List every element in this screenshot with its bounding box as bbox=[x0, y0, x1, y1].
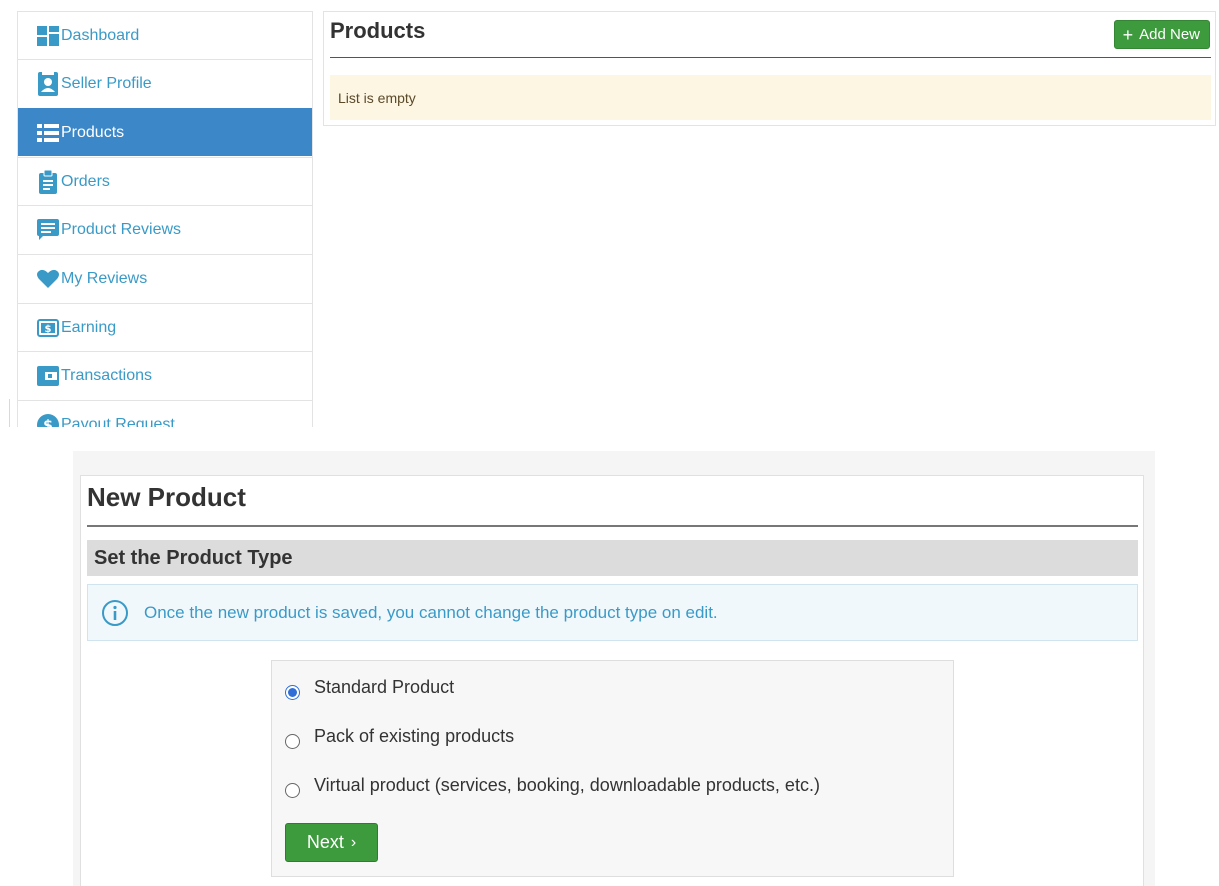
comment-icon bbox=[37, 218, 59, 241]
info-text: Once the new product is saved, you canno… bbox=[144, 602, 718, 622]
sidebar-item-products[interactable]: Products bbox=[18, 108, 312, 156]
profile-card-icon bbox=[37, 71, 59, 96]
sidebar-item-dashboard[interactable]: Dashboard bbox=[18, 11, 312, 59]
option-label: Virtual product (services, booking, down… bbox=[314, 775, 820, 795]
new-product-card: New Product Set the Product Type Once th… bbox=[80, 475, 1144, 886]
plus-icon: + bbox=[1122, 24, 1134, 45]
next-label: Next bbox=[306, 832, 344, 852]
info-alert: Once the new product is saved, you canno… bbox=[87, 584, 1138, 641]
product-type-options: Standard Product Pack of existing produc… bbox=[271, 660, 954, 877]
info-icon bbox=[101, 599, 129, 627]
sidebar-item-label: Earning bbox=[61, 318, 117, 336]
sidebar-item-label: Payout Request bbox=[61, 415, 175, 428]
wallet-icon bbox=[37, 365, 59, 387]
page-title: Products bbox=[330, 18, 426, 43]
option-label: Standard Product bbox=[314, 677, 455, 697]
sidebar-item-orders[interactable]: Orders bbox=[18, 157, 312, 205]
svg-text:$: $ bbox=[45, 324, 52, 335]
sidebar-item-label: Dashboard bbox=[61, 26, 140, 44]
heart-icon bbox=[37, 268, 59, 290]
title-divider bbox=[330, 57, 1211, 58]
radio-button[interactable] bbox=[285, 734, 300, 749]
sidebar-item-label: Products bbox=[61, 123, 125, 141]
sidebar-item-label: Transactions bbox=[61, 366, 152, 384]
list-icon bbox=[37, 122, 59, 144]
empty-list-alert: List is empty bbox=[330, 75, 1211, 120]
products-panel: Products + Add New List is empty bbox=[323, 11, 1216, 126]
chevron-right-icon: › bbox=[350, 833, 357, 851]
add-new-label: Add New bbox=[1139, 26, 1200, 43]
new-product-title: New Product bbox=[87, 482, 246, 512]
title-divider bbox=[87, 525, 1138, 527]
sidebar-item-my-reviews[interactable]: My Reviews bbox=[18, 254, 312, 302]
dashboard-icon bbox=[37, 25, 59, 47]
option-label: Pack of existing products bbox=[314, 726, 515, 746]
option-virtual-product[interactable]: Virtual product (services, booking, down… bbox=[285, 773, 820, 798]
dollar-circle-icon: $ bbox=[37, 413, 59, 428]
option-pack-of-products[interactable]: Pack of existing products bbox=[285, 724, 514, 749]
sidebar-item-label: Orders bbox=[61, 172, 110, 190]
sidebar-item-product-reviews[interactable]: Product Reviews bbox=[18, 205, 312, 253]
add-new-button[interactable]: + Add New bbox=[1113, 20, 1210, 49]
svg-text:$: $ bbox=[43, 418, 53, 428]
money-icon: $ bbox=[37, 317, 59, 339]
section-header: Set the Product Type bbox=[87, 540, 1138, 576]
sidebar-item-transactions[interactable]: Transactions bbox=[18, 351, 312, 399]
option-standard-product[interactable]: Standard Product bbox=[285, 675, 454, 700]
sidebar-item-label: Seller Profile bbox=[61, 74, 152, 92]
next-button[interactable]: Next › bbox=[285, 823, 378, 862]
sidebar-item-earning[interactable]: $ Earning bbox=[18, 303, 312, 351]
radio-button[interactable] bbox=[285, 783, 300, 798]
sidebar-item-payout-request[interactable]: $ Payout Request bbox=[18, 400, 312, 427]
sidebar-edge bbox=[9, 399, 10, 427]
clipboard-icon bbox=[37, 169, 59, 194]
sidebar-item-label: Product Reviews bbox=[61, 220, 182, 238]
seller-sidebar: Dashboard Seller Profile Products Orders… bbox=[17, 11, 313, 427]
sidebar-item-seller-profile[interactable]: Seller Profile bbox=[18, 59, 312, 107]
sidebar-item-label: My Reviews bbox=[61, 269, 148, 287]
radio-button[interactable] bbox=[285, 685, 300, 700]
